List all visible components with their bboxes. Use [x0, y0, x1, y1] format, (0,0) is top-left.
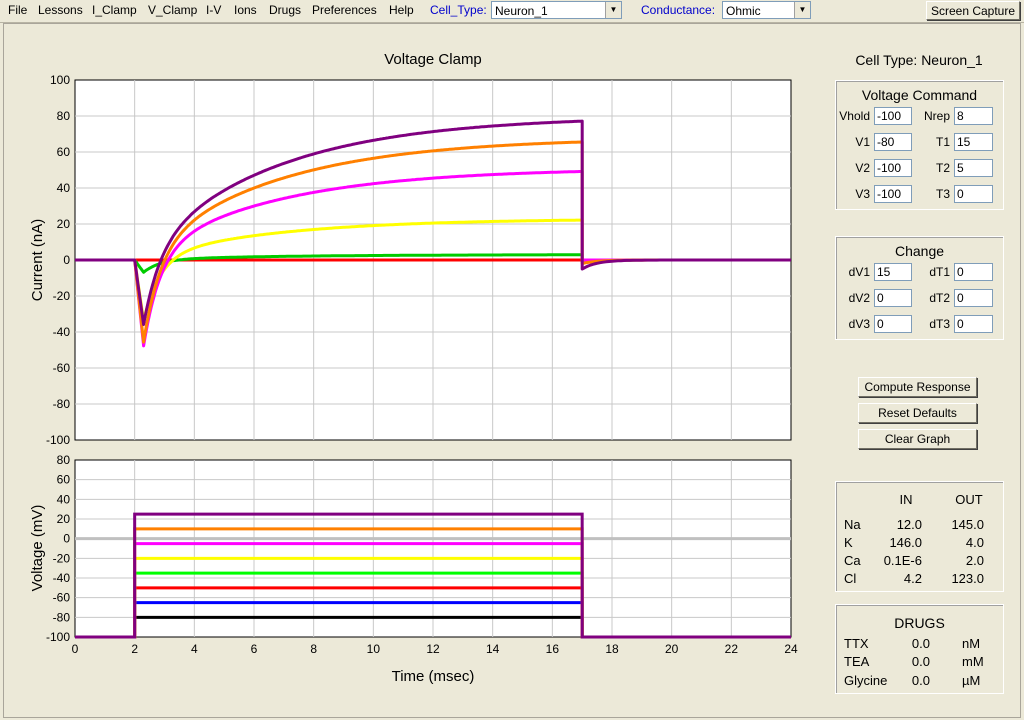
ion-out-cl: 123.0 [951, 571, 984, 586]
v2-label: V2 [855, 161, 870, 175]
ion-out-k: 4.0 [965, 535, 984, 550]
voltage-clamp-plots: Voltage Clamp -100-80-60-40-200204060801… [29, 51, 798, 685]
y-tick-label: 80 [57, 109, 71, 123]
x-tick-label: 20 [665, 642, 679, 656]
dt3-input[interactable] [954, 315, 993, 333]
drugs-title: DRUGS [894, 615, 945, 631]
ion-in-ca: 0.1E-6 [883, 553, 922, 568]
y-tick-label: -20 [53, 551, 71, 565]
x-tick-label: 4 [191, 642, 198, 656]
x-tick-label: 6 [251, 642, 258, 656]
clear-graph-button[interactable]: Clear Graph [858, 429, 977, 449]
dv2-label: dV2 [848, 291, 870, 305]
y-tick-label: 80 [57, 453, 71, 467]
ion-name-na: Na [844, 517, 861, 532]
time-axis-label: Time (msec) [392, 668, 475, 685]
x-tick-label: 2 [131, 642, 138, 656]
nrep-label: Nrep [923, 109, 950, 123]
t3-label: T3 [935, 187, 950, 201]
ion-in-na: 12.0 [896, 517, 922, 532]
v2-input[interactable] [874, 159, 912, 177]
dt2-input[interactable] [954, 289, 993, 307]
drug-value-ttx: 0.0 [911, 636, 930, 651]
dv1-input[interactable] [874, 263, 912, 281]
y-tick-label: 60 [57, 473, 71, 487]
dt1-input[interactable] [954, 263, 993, 281]
v3-input[interactable] [874, 185, 912, 203]
t1-input[interactable] [954, 133, 993, 151]
y-tick-label: -80 [53, 397, 71, 411]
reset-defaults-button[interactable]: Reset Defaults [858, 403, 977, 423]
dv2-input[interactable] [874, 289, 912, 307]
drug-name-tea: TEA [844, 654, 870, 669]
y-tick-label: -20 [53, 289, 71, 303]
y-tick-label: -100 [46, 630, 70, 644]
x-tick-label: 8 [310, 642, 317, 656]
y-tick-label: 60 [57, 145, 71, 159]
y-tick-label: -60 [53, 591, 71, 605]
change-title: Change [894, 243, 945, 259]
y-tick-label: 40 [57, 181, 71, 195]
dt1-label: dT1 [929, 265, 950, 279]
ion-name-k: K [844, 535, 853, 550]
drug-value-tea: 0.0 [911, 654, 930, 669]
y-tick-label: -100 [46, 433, 70, 447]
dt2-label: dT2 [929, 291, 950, 305]
x-tick-label: 10 [367, 642, 381, 656]
dv3-input[interactable] [874, 315, 912, 333]
v1-label: V1 [855, 135, 870, 149]
vhold-input[interactable] [874, 107, 912, 125]
dv1-label: dV1 [848, 265, 870, 279]
ion-out-na: 145.0 [951, 517, 984, 532]
ion-in-k: 146.0 [889, 535, 922, 550]
y-tick-label: 0 [63, 532, 70, 546]
ion-name-ca: Ca [844, 553, 861, 568]
ion-out-ca: 2.0 [965, 553, 984, 568]
v3-label: V3 [855, 187, 870, 201]
current-axis-label: Current (nA) [29, 219, 46, 302]
x-tick-label: 22 [725, 642, 739, 656]
x-tick-label: 18 [605, 642, 619, 656]
y-tick-label: -40 [53, 571, 71, 585]
vhold-label: Vhold [839, 109, 870, 123]
t1-label: T1 [935, 135, 950, 149]
voltage-axis-label: Voltage (mV) [29, 505, 46, 592]
nrep-input[interactable] [954, 107, 993, 125]
t3-input[interactable] [954, 185, 993, 203]
v1-input[interactable] [874, 133, 912, 151]
drug-unit-ttx: nM [962, 636, 981, 651]
y-tick-label: 0 [63, 253, 70, 267]
cell-type-display: Cell Type: Neuron_1 [855, 52, 983, 68]
y-tick-label: -40 [53, 325, 71, 339]
dt3-label: dT3 [929, 317, 950, 331]
y-tick-label: -80 [53, 610, 71, 624]
x-tick-label: 14 [486, 642, 500, 656]
ion-name-cl: Cl [844, 571, 857, 586]
x-tick-label: 24 [784, 642, 798, 656]
drug-name-glycine: Glycine [844, 673, 888, 688]
x-tick-label: 16 [546, 642, 560, 656]
ion-in-cl: 4.2 [903, 571, 922, 586]
screen-capture-button[interactable]: Screen Capture [926, 1, 1020, 20]
drug-value-glycine: 0.0 [911, 673, 930, 688]
y-tick-label: 20 [57, 217, 71, 231]
drug-unit-glycine: µM [962, 673, 981, 688]
x-tick-label: 0 [72, 642, 79, 656]
ion-header-out: OUT [955, 492, 983, 507]
drug-unit-tea: mM [962, 654, 984, 669]
drug-name-ttx: TTX [844, 636, 869, 651]
y-tick-label: 20 [57, 512, 71, 526]
x-tick-label: 12 [426, 642, 440, 656]
voltage-command-title: Voltage Command [861, 87, 978, 103]
y-tick-label: 40 [57, 492, 71, 506]
dv3-label: dV3 [848, 317, 870, 331]
ion-header-in: IN [899, 492, 913, 507]
compute-response-button[interactable]: Compute Response [858, 377, 977, 397]
t2-label: T2 [935, 161, 950, 175]
y-tick-label: -60 [53, 361, 71, 375]
plot-title: Voltage Clamp [384, 51, 482, 68]
y-tick-label: 100 [50, 73, 70, 87]
t2-input[interactable] [954, 159, 993, 177]
